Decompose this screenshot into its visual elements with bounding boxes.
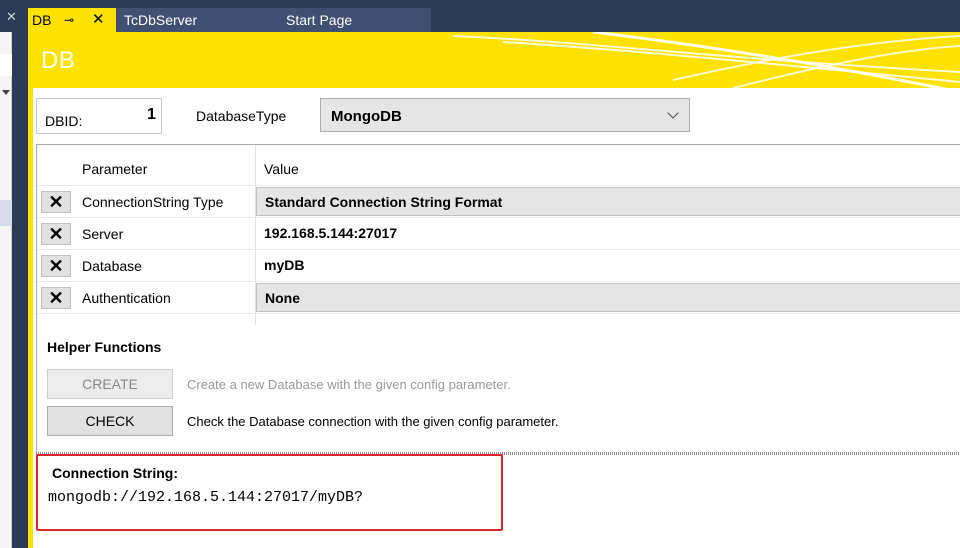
header-banner: DB xyxy=(33,32,960,88)
solution-explorer-edge: ✕ xyxy=(0,0,22,548)
parameter-name: Database xyxy=(82,258,142,274)
dbid-label: DBID: xyxy=(45,113,83,129)
dropdown-arrow-icon[interactable] xyxy=(2,90,10,95)
database-type-label: DatabaseType xyxy=(196,108,287,124)
create-description: Create a new Database with the given con… xyxy=(187,377,511,392)
chevron-down-icon xyxy=(667,107,679,119)
page-title: DB xyxy=(41,47,76,74)
table-row: ✕ Server 192.168.5.144:27017 xyxy=(37,217,960,249)
parameter-value-combo[interactable]: None xyxy=(256,283,960,312)
database-type-select[interactable]: MongoDB xyxy=(320,98,690,132)
clear-icon[interactable]: ✕ xyxy=(41,191,71,213)
close-icon[interactable]: ✕ xyxy=(6,9,17,25)
table-row: ✕ Authentication None xyxy=(37,281,960,313)
tab-label: DB xyxy=(32,12,52,28)
check-button[interactable]: CHECK xyxy=(47,406,173,436)
parameter-grid: Parameter Value ✕ ConnectionString Type … xyxy=(36,144,960,482)
column-header-parameter: Parameter xyxy=(82,161,148,177)
parameter-name: Server xyxy=(82,226,124,242)
parameter-value-input[interactable]: myDB xyxy=(256,251,960,280)
db-document: DB DBID: 1 DatabaseType MongoDB Paramete… xyxy=(28,32,960,548)
helper-functions-heading: Helper Functions xyxy=(47,339,162,355)
table-row: ✕ Database myDB xyxy=(37,249,960,281)
tab-tcdbserver[interactable]: TcDbServer xyxy=(116,8,236,32)
dbid-field[interactable]: DBID: 1 xyxy=(36,98,162,134)
parameter-name: ConnectionString Type xyxy=(82,194,224,210)
connection-string-label: Connection String: xyxy=(52,465,178,481)
create-button[interactable]: CREATE xyxy=(47,369,173,399)
table-row-empty xyxy=(37,313,960,329)
explorer-row[interactable] xyxy=(0,54,12,76)
clear-icon[interactable]: ✕ xyxy=(41,287,71,309)
check-description: Check the Database connection with the g… xyxy=(187,414,559,429)
explorer-panel xyxy=(0,32,12,548)
clear-icon[interactable]: ✕ xyxy=(41,255,71,277)
parameter-name: Authentication xyxy=(82,290,171,306)
connection-string-value: mongodb://192.168.5.144:27017/myDB? xyxy=(48,489,364,506)
table-row: ✕ ConnectionString Type Standard Connect… xyxy=(37,185,960,217)
tab-label: Start Page xyxy=(286,12,353,28)
explorer-selected-row[interactable] xyxy=(0,200,12,226)
close-icon[interactable]: ✕ xyxy=(92,8,105,32)
tab-db[interactable]: DB ⊸ ✕ xyxy=(28,8,116,32)
clear-icon[interactable]: ✕ xyxy=(41,223,71,245)
banner-swoosh-graphic xyxy=(452,32,960,88)
tab-label: TcDbServer xyxy=(124,12,198,28)
database-type-value: MongoDB xyxy=(331,108,402,125)
document-tab-bar: DB ⊸ ✕ TcDbServer Start Page xyxy=(28,0,960,32)
parameter-value-input[interactable]: 192.168.5.144:27017 xyxy=(256,219,960,248)
dbid-value: 1 xyxy=(147,106,156,123)
parameter-value-combo[interactable]: Standard Connection String Format xyxy=(256,187,960,216)
column-header-value: Value xyxy=(264,161,299,177)
pin-icon[interactable]: ⊸ xyxy=(64,8,74,32)
connection-string-panel: Connection String: mongodb://192.168.5.1… xyxy=(36,454,960,548)
tab-start-page[interactable]: Start Page xyxy=(236,8,431,32)
